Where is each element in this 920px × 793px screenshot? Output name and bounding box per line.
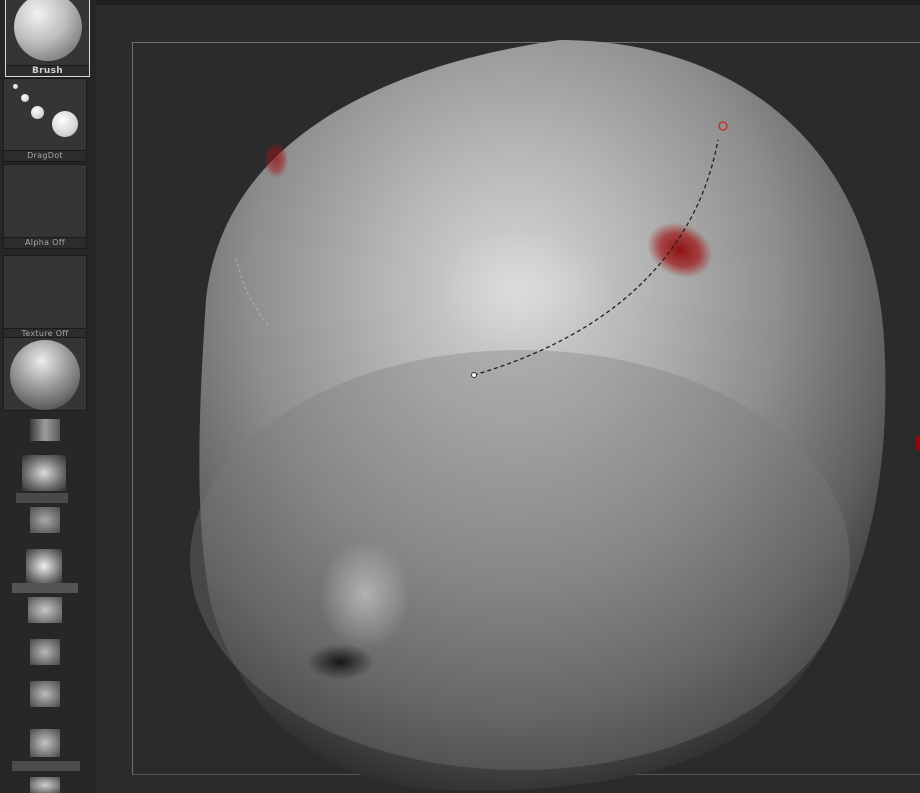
sculpt-viewport[interactable] [0, 0, 920, 793]
paint-mark-right [916, 436, 920, 450]
face-shading [190, 350, 850, 770]
eye-socket [306, 644, 374, 680]
brow-highlight [435, 230, 615, 350]
stroke-start-marker [471, 372, 477, 378]
cheek-highlight [320, 540, 410, 650]
paint-mark-edge [264, 142, 288, 178]
